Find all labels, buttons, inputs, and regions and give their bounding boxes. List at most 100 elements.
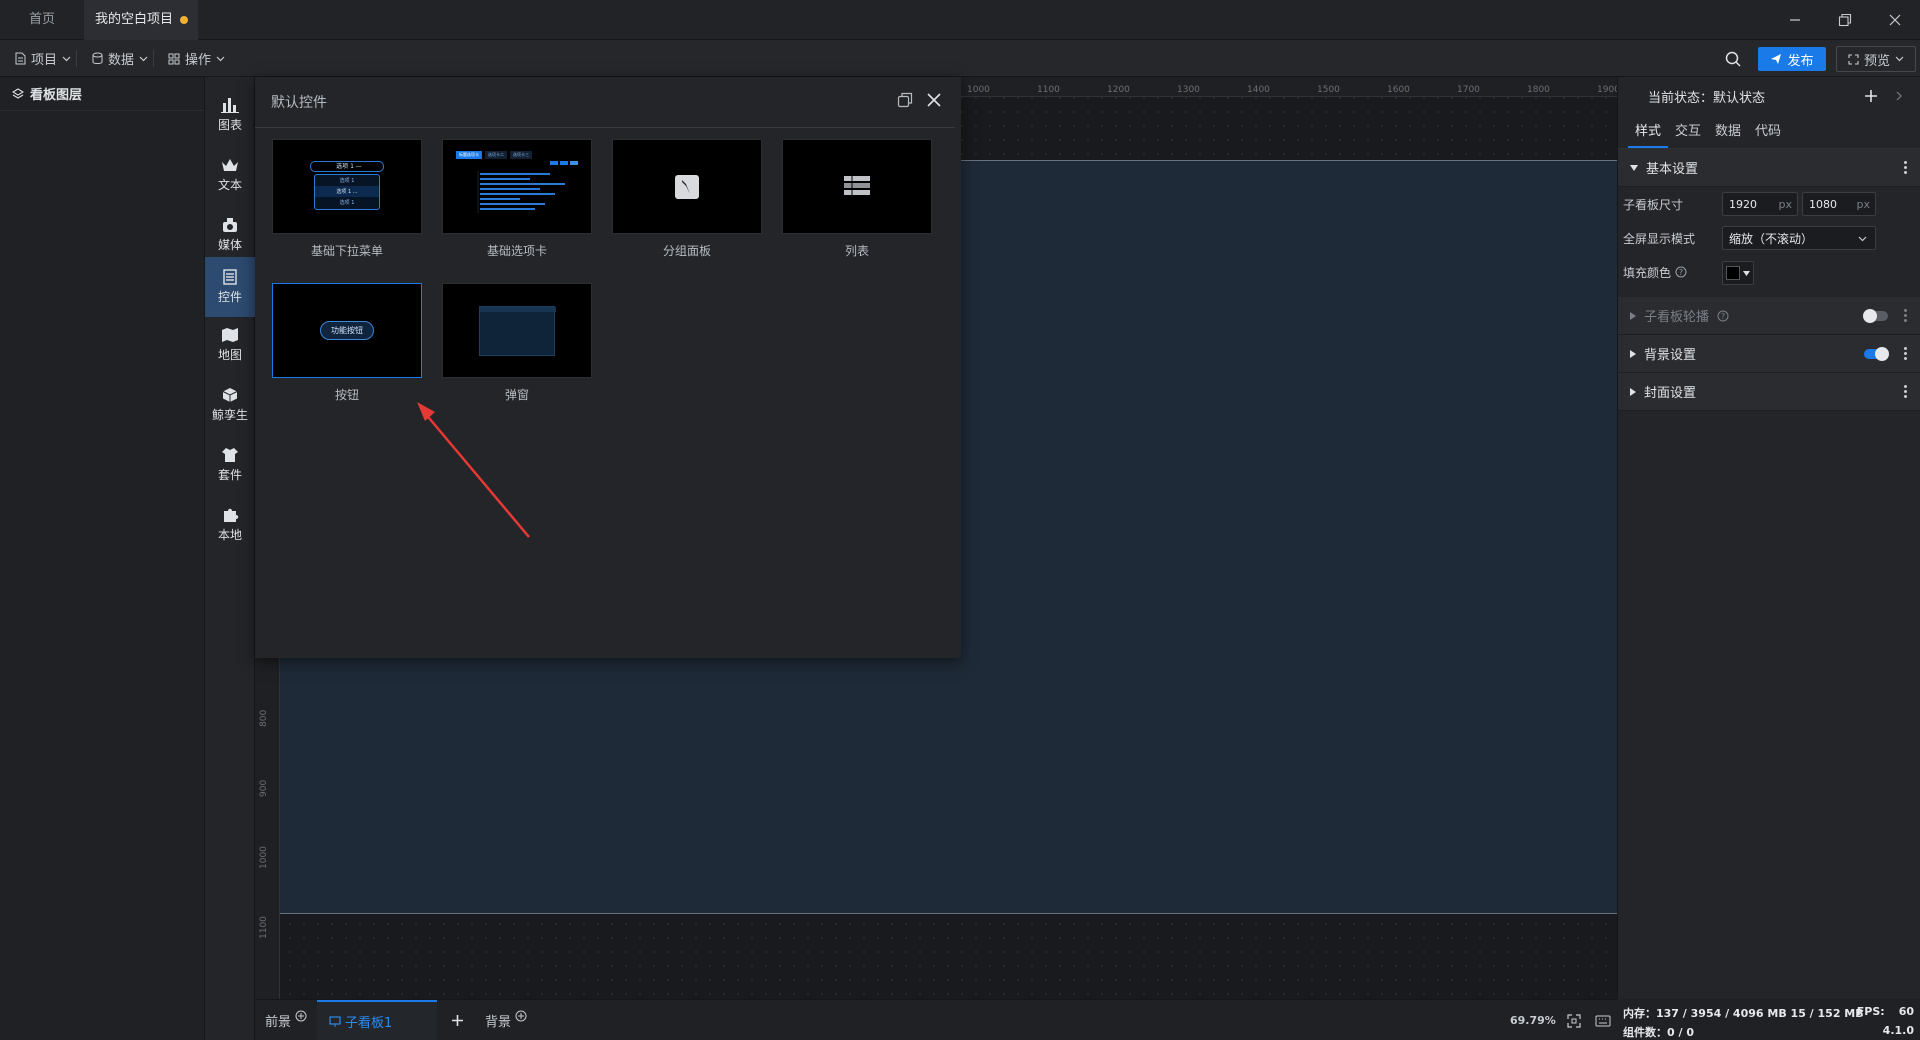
close-icon[interactable] xyxy=(927,93,941,107)
tab-project[interactable]: 我的空白项目 xyxy=(84,0,198,40)
help-icon[interactable]: ? xyxy=(1717,310,1729,322)
sidebar-item-twin[interactable]: 鲸孪生 xyxy=(205,375,255,435)
ruler-tick: 1100 xyxy=(1037,85,1060,95)
zoom-value: 69.79% xyxy=(1510,1014,1556,1027)
minimize-button[interactable] xyxy=(1770,0,1820,40)
annotation-arrow-icon xyxy=(417,402,530,538)
sidebar-item-chart[interactable]: 图表 xyxy=(205,85,255,145)
tab-foreground[interactable]: 前景 xyxy=(265,1000,307,1040)
layers-header[interactable]: 看板图层 xyxy=(0,77,204,111)
caret-right-icon xyxy=(1630,311,1636,320)
restore-button[interactable] xyxy=(1820,0,1870,40)
more-icon[interactable] xyxy=(1904,347,1908,360)
tab-style[interactable]: 样式 xyxy=(1628,115,1668,148)
chevron-down-icon xyxy=(139,56,148,61)
sidebar-item-label: 控件 xyxy=(217,290,242,304)
tab-code[interactable]: 代码 xyxy=(1748,115,1788,148)
keyboard-icon xyxy=(1595,1015,1611,1026)
section-cover-label: 封面设置 xyxy=(1644,386,1697,401)
carousel-toggle[interactable] xyxy=(1863,309,1888,323)
list-icon xyxy=(844,175,870,195)
state-value[interactable]: 默认状态 xyxy=(1713,87,1765,106)
widget-card-dropdown[interactable]: 选项 1 — 选项 1 选项 1 ... 选项 1 基础下拉菜单 xyxy=(272,139,422,259)
database-icon xyxy=(92,52,103,64)
sidebar-item-widget[interactable]: 控件 xyxy=(205,257,255,317)
chevron-right-icon[interactable] xyxy=(1896,91,1902,101)
background-toggle[interactable] xyxy=(1864,347,1889,361)
fill-color-picker[interactable] xyxy=(1722,261,1754,285)
more-icon[interactable] xyxy=(1904,385,1908,398)
menu-project[interactable]: 项目 xyxy=(14,40,78,77)
sidebar-item-label: 图表 xyxy=(217,118,242,132)
widget-card-label: 基础选项卡 xyxy=(486,244,547,258)
add-circle-icon[interactable] xyxy=(295,1010,307,1022)
help-icon[interactable]: ? xyxy=(1675,266,1687,278)
section-basic[interactable]: 基本设置 xyxy=(1618,149,1920,187)
popout-icon[interactable] xyxy=(897,92,913,108)
close-window-button[interactable] xyxy=(1870,0,1920,40)
board-width-value: 1920 xyxy=(1729,197,1757,211)
sidebar-item-text[interactable]: 文本 xyxy=(205,145,255,205)
tab-home[interactable]: 首页 xyxy=(0,0,84,40)
widget-card-dialog[interactable]: 弹窗 xyxy=(442,283,592,403)
publish-label: 发布 xyxy=(1787,53,1814,69)
section-background[interactable]: 背景设置 xyxy=(1618,335,1920,373)
menu-data[interactable]: 数据 xyxy=(92,40,155,77)
ruler-tick: 1300 xyxy=(1177,85,1200,95)
media-icon xyxy=(223,218,237,232)
add-sub-board-button[interactable] xyxy=(451,1000,464,1040)
layers-icon xyxy=(12,87,24,99)
ruler-tick: 1400 xyxy=(1247,85,1270,95)
section-carousel[interactable]: 子看板轮播 ? xyxy=(1618,297,1920,335)
widget-thumb xyxy=(612,139,762,234)
widget-card-label: 基础下拉菜单 xyxy=(310,244,383,258)
tab-data[interactable]: 数据 xyxy=(1708,115,1748,148)
chevron-down-icon xyxy=(1895,56,1904,62)
caret-right-icon xyxy=(1630,387,1636,396)
plus-icon xyxy=(452,1015,463,1026)
board-width-input[interactable]: 1920 px xyxy=(1722,192,1798,216)
keyboard-button[interactable] xyxy=(1595,1000,1611,1040)
tab-project-label: 我的空白项目 xyxy=(94,12,173,27)
menu-project-label: 项目 xyxy=(31,53,58,68)
section-cover[interactable]: 封面设置 xyxy=(1618,373,1920,411)
fill-color-label: 填充颜色 xyxy=(1623,265,1672,280)
menu-operation-label: 操作 xyxy=(185,53,212,68)
board-height-input[interactable]: 1080 px xyxy=(1802,192,1876,216)
fullscreen-select[interactable]: 缩放（不滚动） xyxy=(1722,226,1876,250)
restore-icon xyxy=(1838,13,1852,27)
dropdown-preview-option: 选项 1 xyxy=(339,177,355,184)
publish-button[interactable]: 发布 xyxy=(1758,47,1826,71)
color-swatch xyxy=(1726,266,1740,280)
add-circle-icon[interactable] xyxy=(515,1010,527,1022)
preview-button[interactable]: 预览 xyxy=(1836,46,1916,72)
zoom-level[interactable]: 69.79% xyxy=(1510,1000,1556,1040)
tab-sub-board[interactable]: 子看板1 xyxy=(317,1000,437,1040)
fit-screen-button[interactable] xyxy=(1567,1000,1581,1040)
more-icon[interactable] xyxy=(1904,309,1908,322)
menu-operation[interactable]: 操作 xyxy=(168,40,225,77)
add-state-icon[interactable] xyxy=(1864,89,1878,103)
tab-interaction[interactable]: 交互 xyxy=(1668,115,1708,148)
sidebar-item-local[interactable]: 本地 xyxy=(205,495,255,555)
dropdown-preview-option: 选项 1 xyxy=(339,199,355,206)
sidebar-item-media[interactable]: 媒体 xyxy=(205,205,255,265)
sidebar-item-map[interactable]: 地图 xyxy=(205,315,255,375)
ruler-tick: 1000 xyxy=(967,85,990,95)
tab-background[interactable]: 背景 xyxy=(485,1000,527,1040)
chevron-down-icon xyxy=(216,56,225,61)
widget-card-button[interactable]: 功能按钮 按钮 xyxy=(272,283,422,403)
toolbar: 项目 数据 操作 发布 预览 xyxy=(0,40,1920,77)
svg-text:?: ? xyxy=(1679,268,1683,277)
chevron-down-icon xyxy=(1858,236,1867,242)
widget-card-list[interactable]: 列表 xyxy=(782,139,932,259)
section-basic-label: 基本设置 xyxy=(1646,162,1699,177)
widget-card-tabs[interactable]: 标题选项卡 选项卡二 选项卡三 基础选项卡 xyxy=(442,139,592,259)
search-button[interactable] xyxy=(1722,48,1744,70)
more-icon[interactable] xyxy=(1904,161,1908,174)
widget-card-group-panel[interactable]: 分组面板 xyxy=(612,139,762,259)
sidebar-item-label: 本地 xyxy=(217,528,242,542)
widget-thumb xyxy=(782,139,932,234)
group-panel-icon xyxy=(675,174,699,199)
sidebar-item-kit[interactable]: 套件 xyxy=(205,435,255,495)
